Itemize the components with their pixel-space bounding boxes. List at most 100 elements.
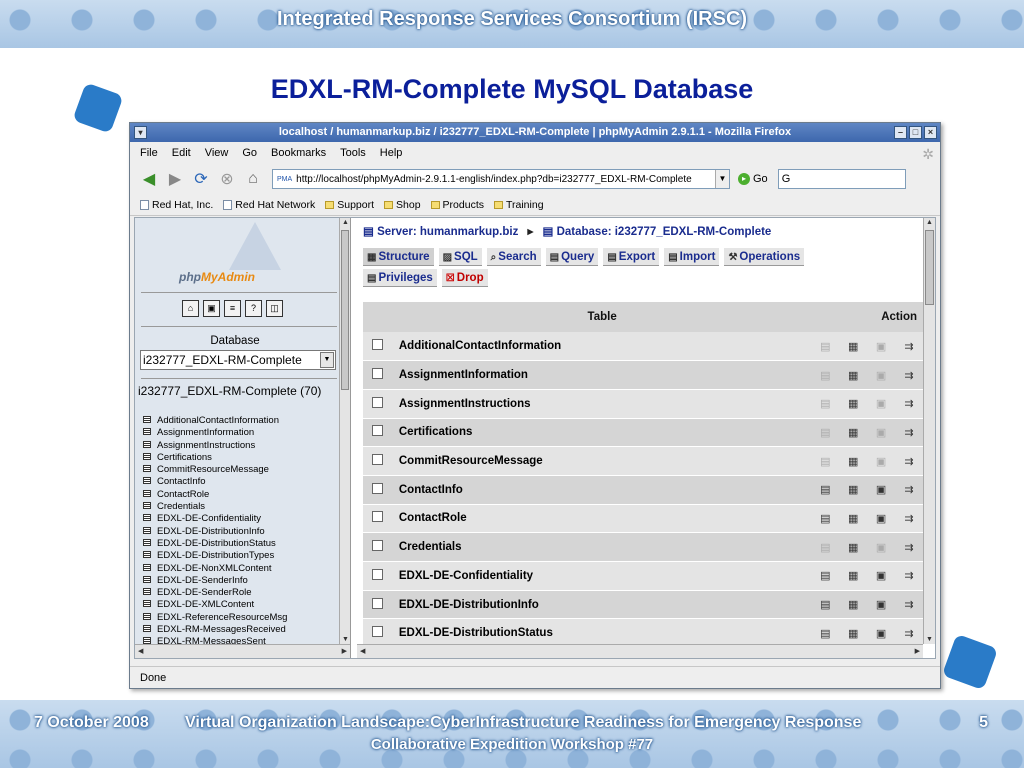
bookmark-item[interactable]: Shop (384, 199, 421, 211)
table-name[interactable]: EDXL-DE-DistributionInfo (392, 590, 812, 620)
structure-icon[interactable]: ▦ (839, 475, 868, 505)
table-link[interactable]: EDXL-ReferenceResourceMsg (143, 612, 287, 624)
table-name[interactable]: CommitResourceMessage (392, 446, 812, 476)
go-button[interactable]: ▸ Go (738, 173, 768, 185)
forward-arrow-icon[interactable]: ▶ (164, 168, 186, 190)
stop-icon[interactable]: ⊗ (216, 168, 238, 190)
insert-icon[interactable]: ⇉ (895, 561, 923, 591)
bookmark-item[interactable]: Support (325, 199, 374, 211)
search-icon[interactable]: ▣ (867, 561, 896, 591)
tab-query[interactable]: ▤ Query (545, 248, 599, 266)
table-link[interactable]: Certifications (143, 452, 287, 464)
tab-privileges[interactable]: ▤ Privileges (363, 269, 437, 287)
row-checkbox[interactable] (372, 482, 384, 494)
table-name[interactable]: Credentials (392, 532, 812, 562)
insert-icon[interactable]: ⇉ (895, 332, 923, 362)
table-link[interactable]: EDXL-DE-SenderRole (143, 587, 287, 599)
table-link[interactable]: EDXL-DE-DistributionStatus (143, 538, 287, 550)
browse-icon[interactable]: ▤ (811, 504, 840, 534)
row-checkbox[interactable] (372, 368, 384, 380)
tab-import[interactable]: ▤ Import (664, 248, 720, 266)
table-link[interactable]: AdditionalContactInformation (143, 415, 287, 427)
browse-icon[interactable]: ▤ (811, 532, 840, 562)
table-name[interactable]: ContactRole (392, 504, 812, 534)
browse-icon[interactable]: ▤ (811, 418, 840, 448)
search-icon[interactable]: ▣ (867, 389, 896, 419)
structure-icon[interactable]: ▦ (839, 561, 868, 591)
tab-sql[interactable]: ▨ SQL (438, 248, 482, 266)
browse-icon[interactable]: ▤ (811, 561, 840, 591)
table-link[interactable]: EDXL-DE-DistributionTypes (143, 550, 287, 562)
structure-icon[interactable]: ▦ (839, 389, 868, 419)
left-vertical-scrollbar[interactable]: ▲ ▼ (339, 218, 350, 644)
table-name[interactable]: Certifications (392, 418, 812, 448)
row-checkbox[interactable] (372, 568, 384, 580)
table-link[interactable]: EDXL-RM-MessagesReceived (143, 624, 287, 636)
reload-icon[interactable]: ⟳ (190, 168, 212, 190)
table-link[interactable]: EDXL-DE-XMLContent (143, 599, 287, 611)
url-dropdown-icon[interactable]: ▼ (715, 170, 729, 188)
tab-structure[interactable]: ▦ Structure (363, 248, 434, 266)
table-link[interactable]: AssignmentInformation (143, 427, 287, 439)
row-checkbox[interactable] (372, 511, 384, 523)
search-icon[interactable]: ▣ (867, 590, 896, 620)
search-icon[interactable]: ▣ (867, 446, 896, 476)
menu-bookmarks[interactable]: Bookmarks (271, 147, 326, 159)
search-icon[interactable]: ▣ (867, 418, 896, 448)
row-checkbox[interactable] (372, 396, 384, 408)
table-link[interactable]: ContactInfo (143, 476, 287, 488)
close-icon[interactable]: × (924, 126, 937, 139)
insert-icon[interactable]: ⇉ (895, 504, 923, 534)
table-link[interactable]: EDXL-DE-DistributionInfo (143, 526, 287, 538)
insert-icon[interactable]: ⇉ (895, 446, 923, 476)
browse-icon[interactable]: ▤ (811, 475, 840, 505)
browse-icon[interactable]: ▤ (811, 446, 840, 476)
search-icon[interactable]: ▣ (867, 504, 896, 534)
table-name[interactable]: EDXL-DE-Confidentiality (392, 561, 812, 591)
insert-icon[interactable]: ⇉ (895, 389, 923, 419)
browse-icon[interactable]: ▤ (811, 389, 840, 419)
insert-icon[interactable]: ⇉ (895, 590, 923, 620)
scrollbar-thumb[interactable] (341, 230, 349, 390)
search-icon[interactable]: ▣ (867, 332, 896, 362)
search-icon[interactable]: ▣ (867, 532, 896, 562)
bookmark-item[interactable]: Training (493, 199, 544, 211)
row-checkbox[interactable] (372, 454, 384, 466)
database-select[interactable]: i232777_EDXL-RM-Complete ▼ (140, 350, 336, 370)
structure-icon[interactable]: ▦ (839, 418, 868, 448)
table-name[interactable]: ContactInfo (392, 475, 812, 505)
table-link[interactable]: CommitResourceMessage (143, 464, 287, 476)
menu-edit[interactable]: Edit (172, 147, 191, 159)
sql-query-icon[interactable]: ≡ (224, 300, 241, 317)
tab-operations[interactable]: ⚒ Operations (724, 248, 805, 266)
structure-icon[interactable]: ▦ (839, 332, 868, 362)
search-icon[interactable]: ▣ (867, 475, 896, 505)
bookmark-item[interactable]: Red Hat Network (223, 199, 315, 211)
left-horizontal-scrollbar[interactable]: ◀ ▶ (135, 644, 350, 658)
table-link[interactable]: ContactRole (143, 489, 287, 501)
browse-icon[interactable]: ▤ (811, 590, 840, 620)
row-checkbox[interactable] (372, 626, 384, 638)
tab-drop[interactable]: ☒ Drop (441, 269, 488, 287)
database-link[interactable]: Database: i232777_EDXL-RM-Complete (557, 226, 772, 238)
table-link[interactable]: AssignmentInstructions (143, 440, 287, 452)
exit-icon[interactable]: ▣ (203, 300, 220, 317)
table-link[interactable]: Credentials (143, 501, 287, 513)
menu-tools[interactable]: Tools (340, 147, 366, 159)
insert-icon[interactable]: ⇉ (895, 418, 923, 448)
bookmark-item[interactable]: Red Hat, Inc. (140, 199, 213, 211)
structure-icon[interactable]: ▦ (839, 504, 868, 534)
tab-search[interactable]: ⌕ Search (486, 248, 541, 266)
search-input[interactable]: G (777, 169, 906, 189)
table-link[interactable]: EDXL-DE-Confidentiality (143, 513, 287, 525)
table-name[interactable]: AssignmentInformation (392, 360, 812, 390)
table-link[interactable]: EDXL-DE-SenderInfo (143, 575, 287, 587)
table-link[interactable]: EDXL-DE-NonXMLContent (143, 563, 287, 575)
row-checkbox[interactable] (372, 540, 384, 552)
phpmyadmin-logo[interactable]: phpMyAdmin (179, 270, 255, 284)
browse-icon[interactable]: ▤ (811, 360, 840, 390)
insert-icon[interactable]: ⇉ (895, 532, 923, 562)
main-vertical-scrollbar[interactable]: ▲ ▼ (923, 218, 935, 644)
menu-help[interactable]: Help (380, 147, 403, 159)
home-icon[interactable]: ⌂ (182, 300, 199, 317)
